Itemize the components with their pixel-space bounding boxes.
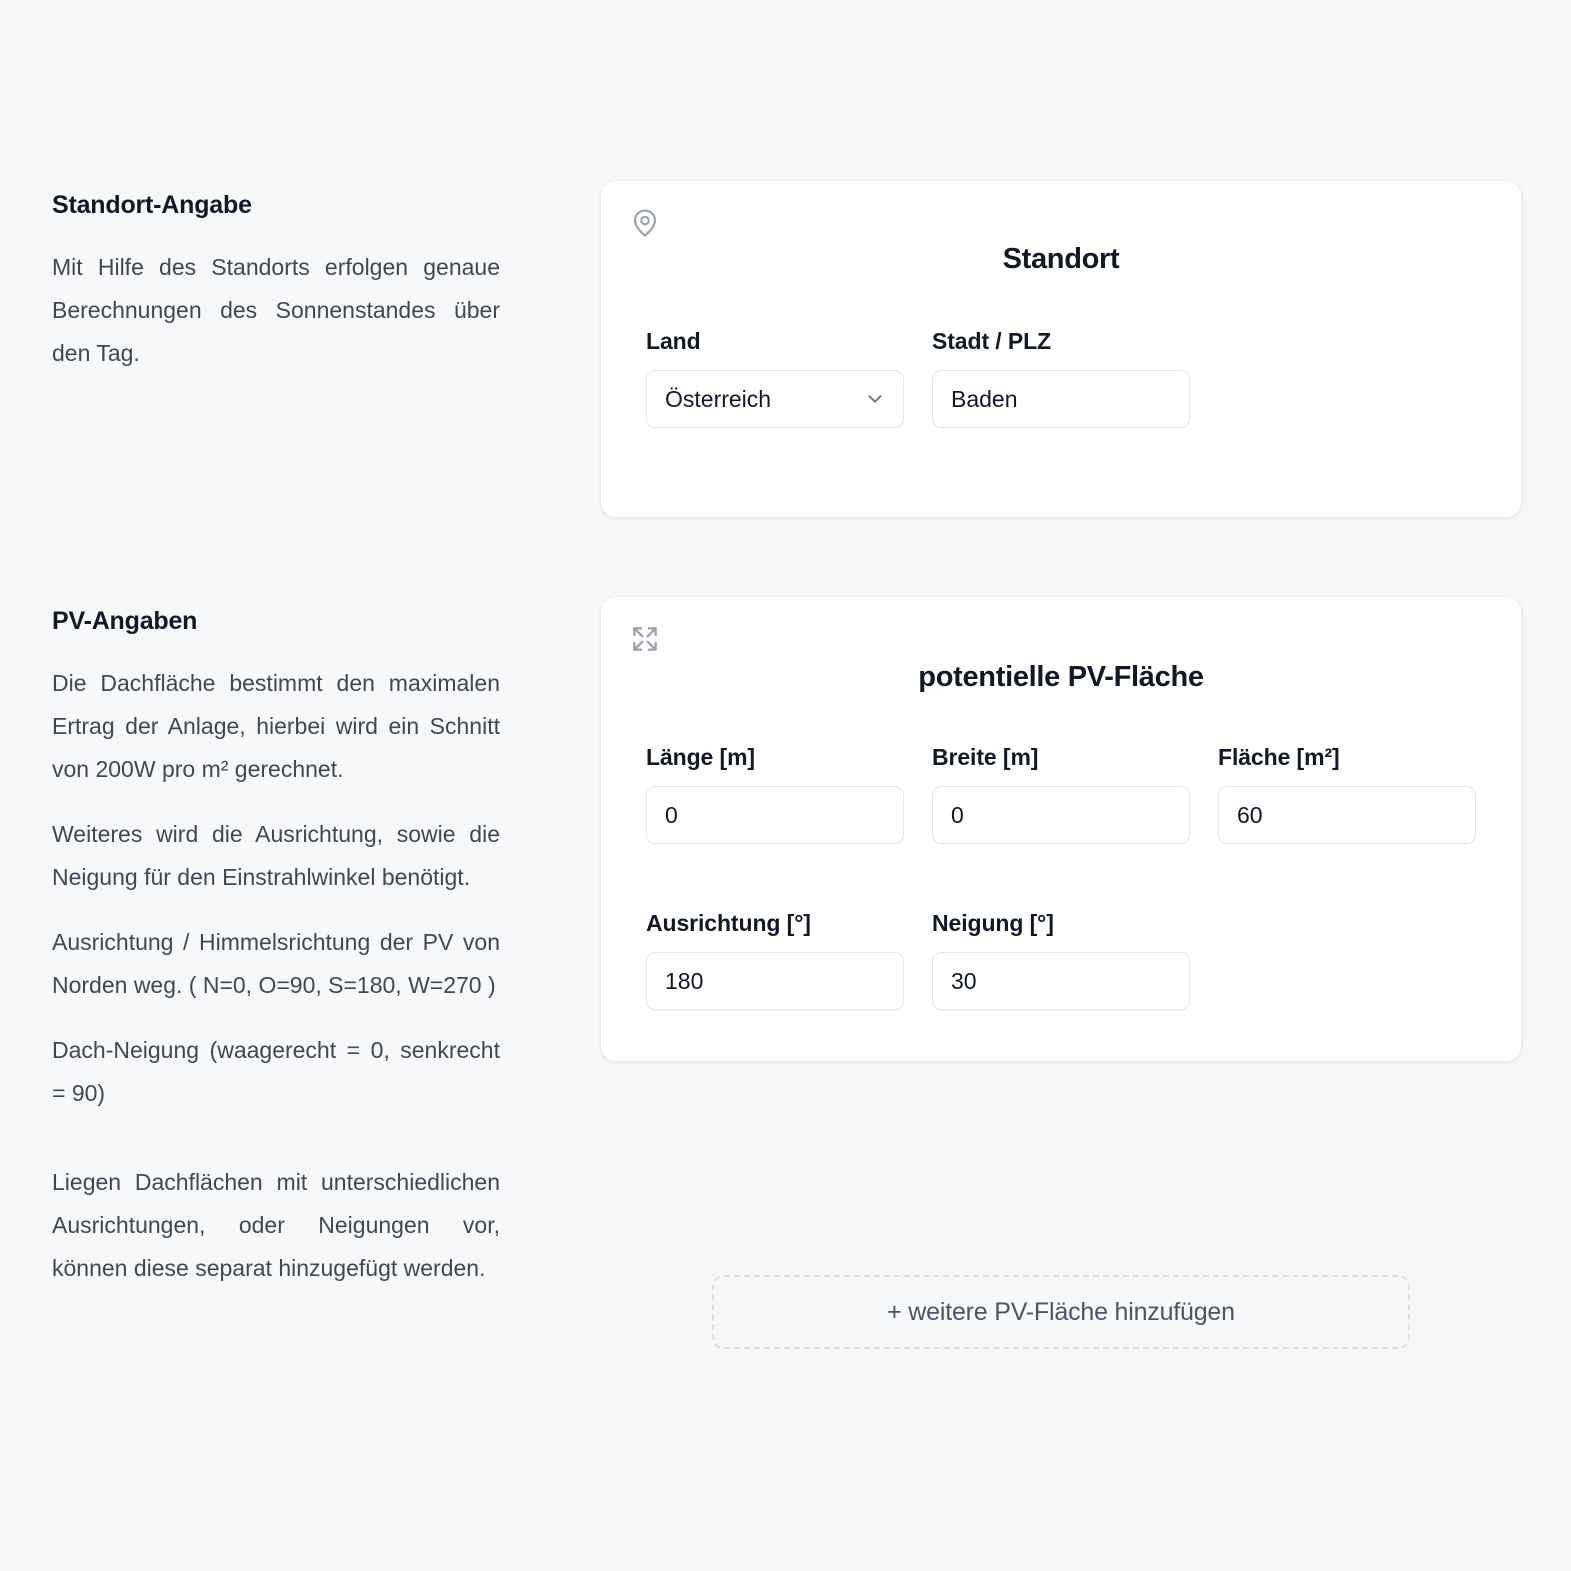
field-label-laenge: Länge [m] — [646, 744, 755, 770]
pv-info-note: Liegen Dachflächen mit unterschiedlichen… — [52, 1169, 500, 1281]
chevron-down-icon — [864, 388, 886, 410]
field-ausrichtung: Ausrichtung [°] — [646, 910, 904, 1011]
pv-info-paragraph-3: Ausrichtung / Himmelsrichtung der PV von… — [52, 929, 500, 998]
city-input-wrapper[interactable] — [932, 370, 1190, 429]
flaeche-input[interactable] — [1237, 801, 1457, 829]
field-label-ausrichtung: Ausrichtung [°] — [646, 910, 811, 936]
field-land: Land Österreich — [646, 328, 904, 429]
maximize-icon[interactable] — [623, 617, 667, 661]
ausrichtung-input-wrapper[interactable] — [646, 952, 904, 1011]
map-pin-icon — [623, 201, 667, 245]
field-label-flaeche: Fläche [m²] — [1218, 744, 1340, 770]
field-laenge: Länge [m] — [646, 744, 904, 845]
laenge-input[interactable] — [665, 801, 885, 829]
pv-info-paragraph-2: Weiteres wird die Ausrichtung, sowie die… — [52, 821, 500, 890]
neigung-input-wrapper[interactable] — [932, 952, 1190, 1011]
location-info-block: Standort-Angabe Mit Hilfe des Standorts … — [52, 190, 500, 375]
field-stadt-plz: Stadt / PLZ — [932, 328, 1190, 429]
pv-configurator-page: Standort-Angabe Mit Hilfe des Standorts … — [0, 0, 1571, 1571]
field-neigung: Neigung [°] — [932, 910, 1190, 1011]
country-select[interactable]: Österreich — [646, 370, 904, 429]
field-label-breite: Breite [m] — [932, 744, 1039, 770]
neigung-input[interactable] — [951, 967, 1171, 995]
pv-info-block: PV-Angaben Die Dachfläche bestimmt den m… — [52, 606, 500, 1290]
location-info-paragraph: Mit Hilfe des Standorts erfolgen genaue … — [52, 254, 500, 366]
location-fields: Land Österreich Stadt / PLZ — [646, 328, 1476, 429]
location-info-title: Standort-Angabe — [52, 191, 252, 219]
field-flaeche: Fläche [m²] — [1218, 744, 1476, 845]
pv-fields-row-2: Ausrichtung [°] Neigung [°] — [646, 910, 1476, 1011]
breite-input[interactable] — [951, 801, 1171, 829]
pv-info-title: PV-Angaben — [52, 607, 198, 635]
pv-area-card-title: potentielle PV-Fläche — [918, 661, 1204, 693]
location-card: Standort Land Österreich Stadt / PLZ — [600, 180, 1522, 518]
field-label-land: Land — [646, 328, 701, 354]
city-input[interactable] — [951, 385, 1171, 413]
breite-input-wrapper[interactable] — [932, 786, 1190, 845]
flaeche-input-wrapper[interactable] — [1218, 786, 1476, 845]
pv-area-card: potentielle PV-Fläche Länge [m] Breite [… — [600, 596, 1522, 1062]
country-select-value: Österreich — [665, 385, 772, 412]
ausrichtung-input[interactable] — [665, 967, 885, 995]
location-card-title: Standort — [1002, 243, 1120, 275]
field-breite: Breite [m] — [932, 744, 1190, 845]
pv-fields-row-1: Länge [m] Breite [m] Fläche [m²] — [646, 744, 1476, 845]
laenge-input-wrapper[interactable] — [646, 786, 904, 845]
field-label-neigung: Neigung [°] — [932, 910, 1054, 936]
pv-info-paragraph-1: Die Dachfläche bestimmt den maximalen Er… — [52, 670, 500, 782]
add-pv-area-button[interactable]: + weitere PV-Fläche hinzufügen — [712, 1275, 1410, 1349]
field-label-stadt-plz: Stadt / PLZ — [932, 328, 1052, 354]
pv-info-paragraph-4: Dach-Neigung (waagerecht = 0, senkrecht … — [52, 1037, 500, 1106]
